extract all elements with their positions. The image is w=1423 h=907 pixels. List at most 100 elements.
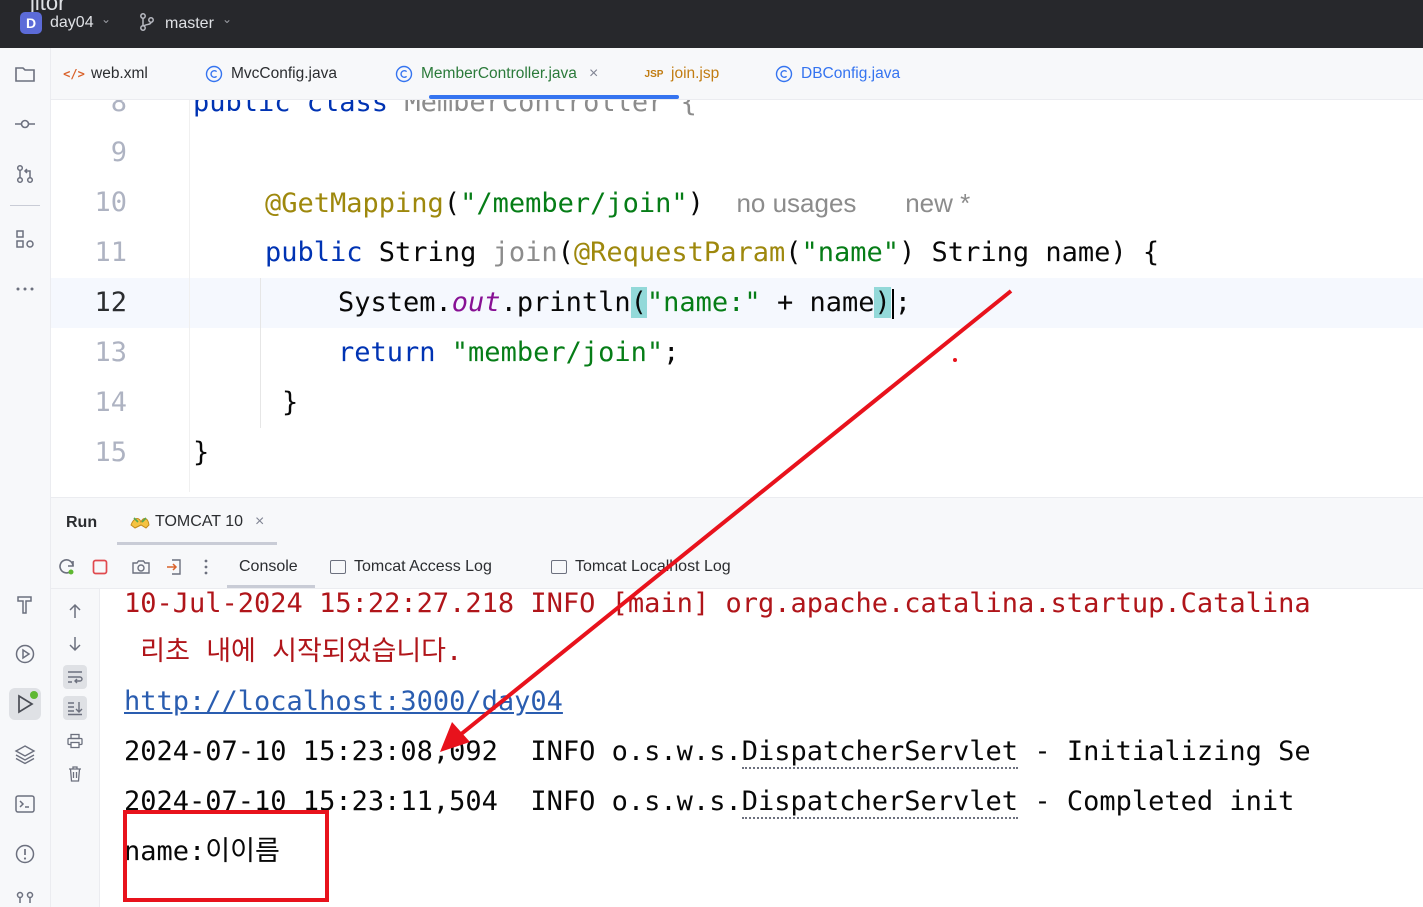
exit-button[interactable] [163, 556, 185, 578]
matched-paren: ( [630, 287, 647, 318]
line-number: 8 [110, 100, 127, 118]
paren: ) [687, 188, 704, 219]
tab-tomcat-access-log[interactable]: Tomcat Access Log [330, 545, 492, 589]
code-line-10: @GetMapping("/member/join") no usages ne… [265, 178, 970, 228]
stop-button[interactable] [89, 556, 111, 578]
paren: ) [899, 237, 916, 268]
class-name: MemberController { [404, 100, 697, 118]
line-number: 14 [94, 387, 127, 418]
log-prefix: 2024-07-10 15:23:08,092 INFO o.s.w.s. [124, 736, 742, 767]
scroll-down-button[interactable] [63, 632, 87, 656]
matched-paren: ) [874, 287, 891, 318]
class-link[interactable]: DispatcherServlet [741, 786, 1019, 819]
run-config-tab[interactable]: TOMCAT 10 × [129, 498, 264, 546]
services-tool-button[interactable] [9, 588, 41, 620]
close-icon[interactable]: × [255, 513, 264, 531]
scroll-up-button[interactable] [63, 599, 87, 623]
run-tool-button[interactable] [9, 688, 41, 720]
author-hint[interactable]: new * [905, 188, 970, 218]
divider [10, 205, 40, 206]
stop-icon [92, 559, 108, 575]
line-number-current: 12 [94, 287, 127, 318]
project-badge[interactable]: D [20, 12, 42, 34]
log-message: - Completed init [1018, 786, 1295, 817]
pull-requests-tool-button[interactable] [9, 158, 41, 190]
run-toolbar: Console Tomcat Access Log Tomcat Localho… [51, 545, 1423, 589]
tab-join-jsp[interactable]: JSP join.jsp [644, 48, 720, 100]
code-line-12: System.out.println("name:" + name); [338, 278, 911, 328]
more-options-button[interactable] [195, 556, 217, 578]
run-config-label: TOMCAT 10 [155, 513, 244, 530]
annotation: @RequestParam [573, 237, 786, 268]
line-number: 13 [94, 337, 127, 368]
gutter-divider [189, 100, 190, 492]
tab-tomcat-localhost-log[interactable]: Tomcat Localhost Log [551, 545, 731, 589]
log-icon [551, 560, 567, 574]
semicolon: ; [894, 287, 912, 318]
jsp-icon: JSP [644, 68, 664, 80]
clear-all-button[interactable] [63, 762, 87, 786]
layers-tool-button[interactable] [9, 738, 41, 770]
branch-name[interactable]: master [165, 15, 214, 33]
code-line-8: public class MemberController { [193, 100, 697, 128]
scroll-to-end-icon [68, 702, 83, 716]
trash-icon [69, 766, 81, 782]
tab-label: join.jsp [671, 65, 720, 82]
string-literal: "/member/join" [460, 188, 688, 219]
run-panel-header: Run TOMCAT 10 × [51, 497, 1423, 545]
commit-icon [15, 119, 35, 129]
commit-tool-button[interactable] [9, 108, 41, 140]
rerun-icon [59, 559, 74, 575]
method-call: .println [500, 287, 631, 318]
structure-icon [16, 230, 34, 248]
run-panel-title: Run [66, 514, 98, 531]
terminal-tool-button[interactable] [9, 788, 41, 820]
git-tool-button[interactable] [9, 884, 41, 907]
close-icon[interactable]: × [589, 65, 598, 83]
java-class-icon [395, 65, 413, 83]
code-editor[interactable]: 8 9 10 11 12 13 14 15 public class Membe… [51, 100, 1423, 492]
semicolon: ; [663, 337, 680, 368]
static-field: out [451, 287, 501, 318]
structure-tool-button[interactable] [9, 223, 41, 255]
tab-mvcconfig-java[interactable]: MvcConfig.java [205, 48, 337, 100]
git-icon [16, 891, 34, 903]
play-circle-icon [15, 644, 35, 664]
localhost-link[interactable]: http://localhost:3000/day04 [124, 686, 563, 717]
code-rest: String name) { [915, 237, 1160, 268]
git-branch-icon[interactable] [138, 12, 156, 32]
soft-wrap-button[interactable] [63, 665, 87, 689]
chevron-down-icon[interactable]: ⌄ [101, 12, 111, 26]
paren: ( [443, 188, 461, 219]
problems-tool-button[interactable] [9, 838, 41, 870]
code-line-13: return "member/join"; [338, 328, 679, 378]
run-debug-tool-button[interactable] [9, 638, 41, 670]
annotation-highlight-box [123, 810, 329, 902]
usages-hint[interactable]: no usages [736, 188, 856, 218]
xml-icon: </> [63, 67, 85, 81]
line-number: 9 [110, 137, 127, 168]
java-class-icon [775, 65, 793, 83]
code-line-14: } [282, 387, 299, 418]
tab-membercontroller-java[interactable]: MemberController.java × [395, 48, 598, 100]
tab-label: MvcConfig.java [231, 65, 337, 82]
rerun-button[interactable] [56, 556, 78, 578]
project-name[interactable]: day04 [50, 14, 94, 32]
tab-web-xml[interactable]: </> web.xml [63, 48, 148, 100]
scroll-to-end-button[interactable] [63, 696, 87, 720]
class-link[interactable]: DispatcherServlet [741, 736, 1019, 769]
tab-console[interactable]: Console [239, 545, 298, 589]
console-line: 리초 내에 시작되었습니다. [124, 636, 463, 667]
warning-circle-icon [15, 844, 35, 864]
tab-dbconfig-java[interactable]: DBConfig.java [775, 48, 900, 100]
tab-label: Console [239, 558, 298, 575]
java-class-icon [205, 65, 223, 83]
thread-dump-button[interactable] [130, 556, 152, 578]
chevron-down-icon[interactable]: ⌄ [222, 12, 232, 26]
project-tool-button[interactable] [9, 58, 41, 90]
more-icon [16, 287, 34, 291]
print-button[interactable] [63, 729, 87, 753]
printer-icon [67, 733, 83, 749]
more-tools-button[interactable] [9, 273, 41, 305]
keyword: public class [193, 100, 405, 118]
